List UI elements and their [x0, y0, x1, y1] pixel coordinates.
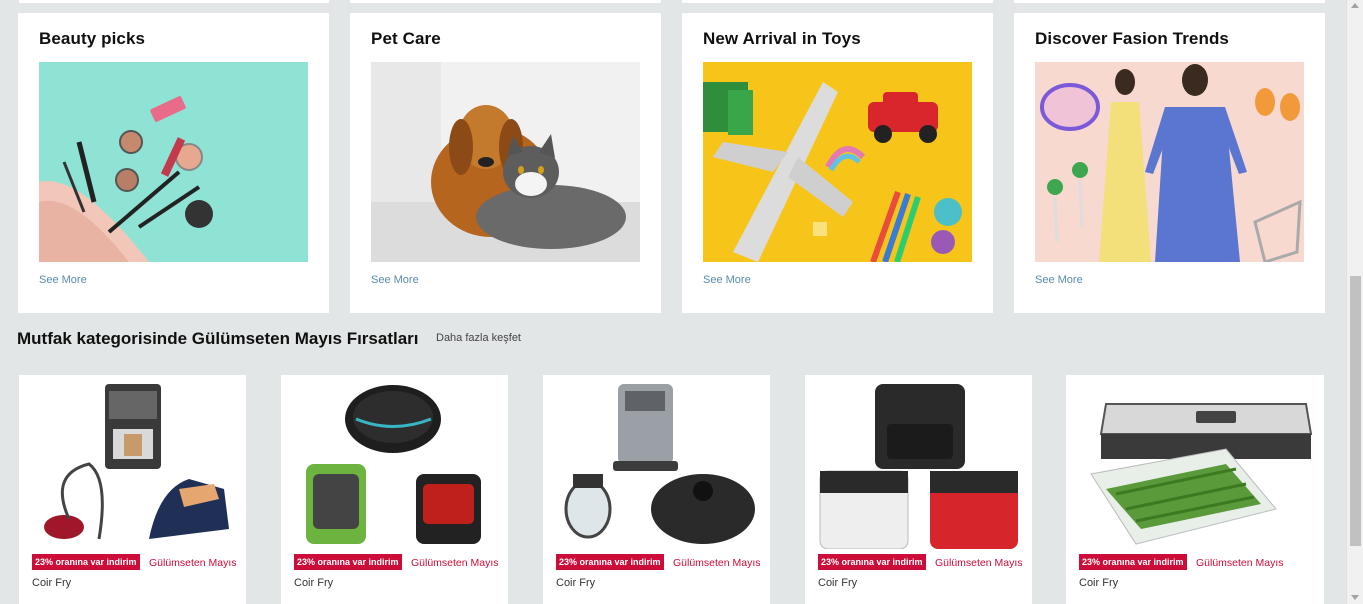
deal-card[interactable]: 23% oranına var indirim Gülümseten Mayıs… — [19, 375, 246, 604]
category-card-pet-care[interactable]: Pet Care See More — [350, 13, 661, 313]
see-more-link[interactable]: See More — [703, 274, 751, 286]
deal-card[interactable]: 23% oranına var indirim Gülümseten Mayıs… — [543, 375, 770, 604]
see-more-link[interactable]: See More — [371, 274, 419, 286]
discount-badge: 23% oranına var indirim — [294, 554, 402, 570]
vacuum-sealer-image[interactable] — [1076, 379, 1314, 549]
scroll-down-icon[interactable] — [1351, 595, 1359, 600]
deal-name[interactable]: Coir Fry — [818, 577, 857, 589]
category-card-fashion[interactable]: Discover Fasion Trends See More — [1014, 13, 1325, 313]
card-top-strip — [682, 0, 993, 3]
card-top-strip — [1014, 0, 1325, 3]
discount-badge: 23% oranına var indirim — [32, 554, 140, 570]
deal-card[interactable]: 23% oranına var indirim Gülümseten Mayıs… — [1066, 375, 1324, 604]
discount-badge: 23% oranına var indirim — [1079, 554, 1187, 570]
dog-and-cat-image[interactable] — [371, 62, 640, 262]
air-fryers-image[interactable] — [815, 379, 1022, 549]
deal-card[interactable]: 23% oranına var indirim Gülümseten Mayıs… — [281, 375, 508, 604]
deal-name[interactable]: Coir Fry — [294, 577, 333, 589]
see-more-link[interactable]: See More — [1035, 274, 1083, 286]
category-title: Discover Fasion Trends — [1035, 29, 1229, 48]
scroll-up-icon[interactable] — [1351, 3, 1359, 8]
deal-label: Gülümseten Mayıs — [1196, 557, 1284, 569]
scrollbar-thumb[interactable] — [1350, 276, 1361, 546]
deal-card[interactable]: 23% oranına var indirim Gülümseten Mayıs… — [805, 375, 1032, 604]
section-title: Mutfak kategorisinde Gülümseten Mayıs Fı… — [17, 329, 419, 348]
fashion-models-image[interactable] — [1035, 62, 1304, 262]
deal-name[interactable]: Coir Fry — [32, 577, 71, 589]
card-top-strip — [19, 0, 329, 3]
discover-more-link[interactable]: Daha fazla keşfet — [436, 332, 521, 344]
category-title: Pet Care — [371, 29, 441, 48]
deal-name[interactable]: Coir Fry — [556, 577, 595, 589]
deal-label: Gülümseten Mayıs — [411, 557, 499, 569]
espresso-kettle-robot-image[interactable] — [553, 379, 760, 549]
page-scrollbar[interactable] — [1346, 0, 1363, 604]
deal-name[interactable]: Coir Fry — [1079, 577, 1118, 589]
category-card-beauty[interactable]: Beauty picks See More — [18, 13, 329, 313]
category-cards-row: Beauty picks See More Pet Care See More … — [0, 0, 1343, 313]
coffee-machine-vacuum-iron-image[interactable] — [29, 379, 236, 549]
makeup-products-image[interactable] — [39, 62, 308, 262]
category-title: New Arrival in Toys — [703, 29, 861, 48]
deal-label: Gülümseten Mayıs — [673, 557, 761, 569]
category-title: Beauty picks — [39, 29, 146, 48]
deal-label: Gülümseten Mayıs — [149, 557, 237, 569]
toys-image[interactable] — [703, 62, 972, 262]
deal-label: Gülümseten Mayıs — [935, 557, 1023, 569]
robot-vacuum-carpet-cleaner-image[interactable] — [291, 379, 498, 549]
category-card-toys[interactable]: New Arrival in Toys See More — [682, 13, 993, 313]
discount-badge: 23% oranına var indirim — [556, 554, 664, 570]
card-top-strip — [350, 0, 661, 3]
discount-badge: 23% oranına var indirim — [818, 554, 926, 570]
see-more-link[interactable]: See More — [39, 274, 87, 286]
